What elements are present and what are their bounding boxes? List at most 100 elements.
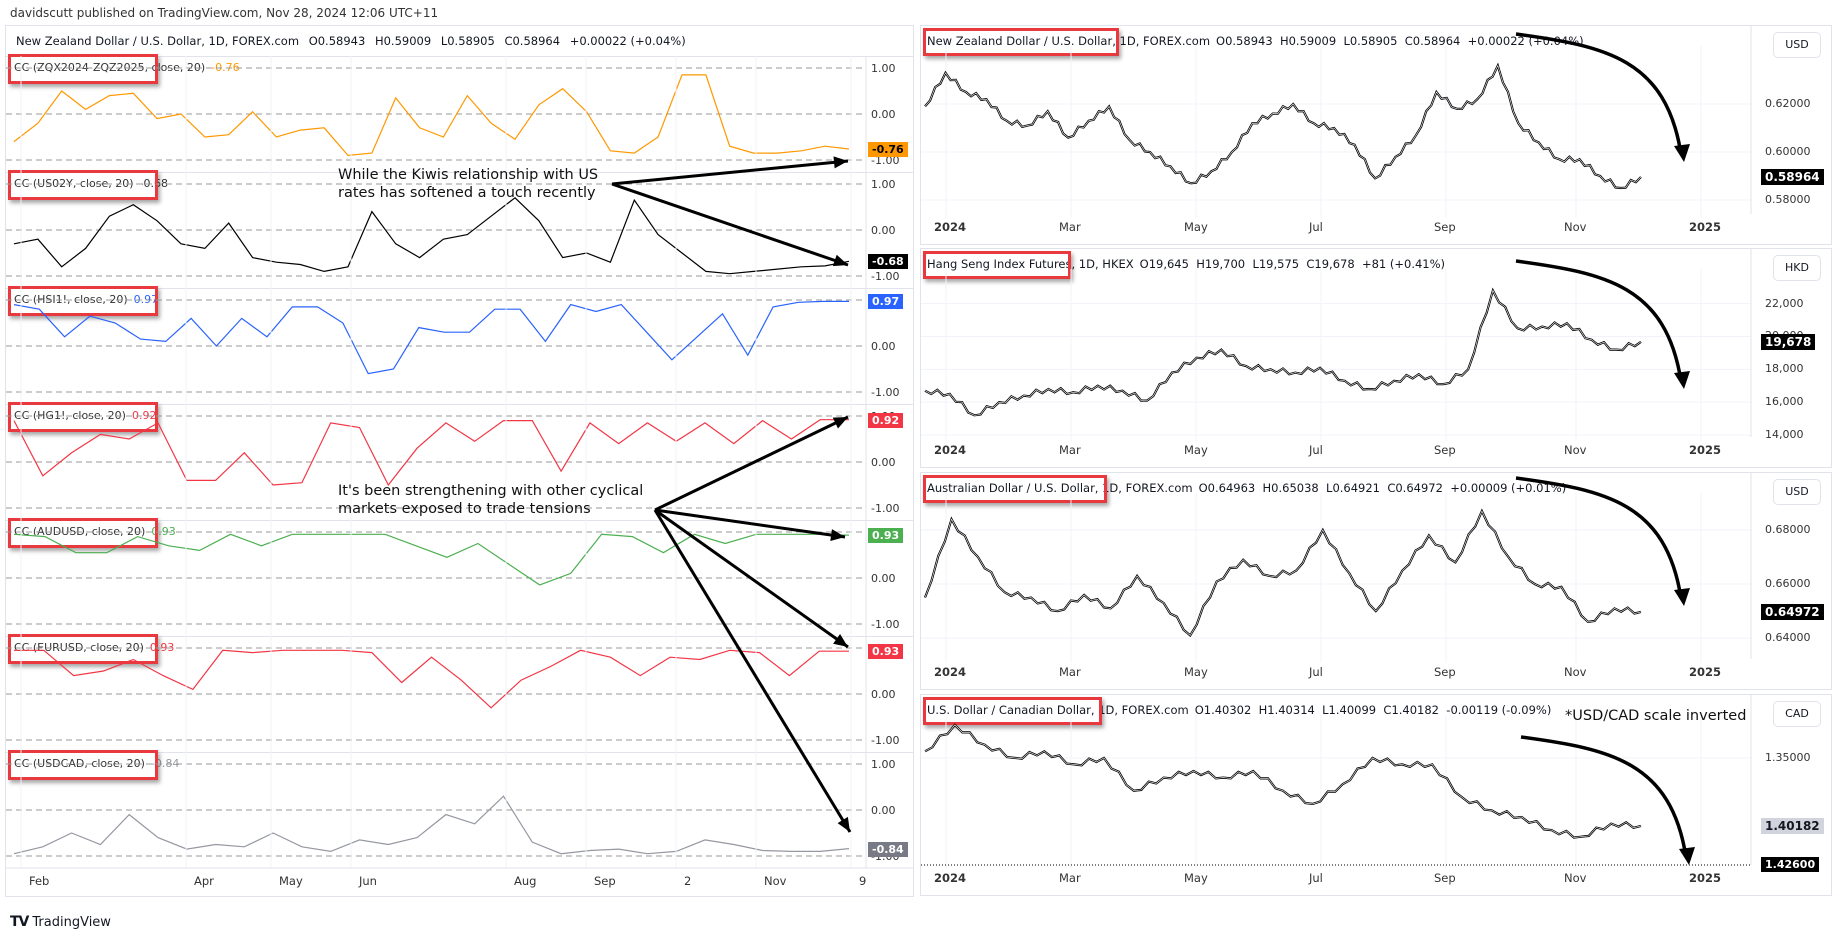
chart-ohlc: O19,645 H19,700 L19,575 C19,678 +81 (+0.…: [1139, 257, 1446, 271]
y-axis-label: 0.58000: [1765, 193, 1811, 206]
y-axis-label: 0.68000: [1765, 523, 1811, 537]
x-axis-tick: Jul: [1309, 220, 1323, 234]
correlation-line: [13, 533, 850, 586]
currency-selector[interactable]: CAD: [1773, 701, 1821, 727]
annotation-cyclical: It's been strengthening with other cycli…: [338, 482, 643, 518]
chart-symbol[interactable]: New Zealand Dollar / U.S. Dollar: [927, 34, 1112, 48]
price-chart[interactable]: New Zealand Dollar / U.S. Dollar, 1D, FO…: [920, 25, 1832, 245]
price-chart[interactable]: Hang Seng Index Futures, 1D, HKEX O19,645…: [920, 248, 1832, 468]
chart-interval-exchange: , 1D, HKEX: [1071, 257, 1134, 271]
last-price-badge: 19,678: [1761, 333, 1816, 350]
chart-ohlc: O1.40302 H1.40314 L1.40099 C1.40182 -0.0…: [1194, 703, 1552, 717]
x-axis-tick: Mar: [1059, 443, 1081, 457]
x-axis-tick: 2024: [934, 443, 967, 457]
trend-arrow: [1515, 476, 1683, 599]
arrow-head-icon: [1674, 371, 1690, 389]
y-axis-label: 0.62000: [1765, 97, 1811, 110]
x-axis-tick: Jul: [1309, 665, 1323, 679]
tradingview-brand[interactable]: TradingView: [32, 915, 111, 930]
x-axis-tick: Mar: [1059, 665, 1081, 679]
correlation-line: [13, 300, 849, 375]
x-axis-tick: 2024: [934, 871, 967, 885]
currency-selector[interactable]: HKD: [1773, 255, 1821, 281]
usdcad-inverted-note: *USD/CAD scale inverted: [1565, 708, 1747, 724]
x-axis-tick: Aug: [514, 874, 537, 888]
x-axis-tick: Feb: [29, 874, 50, 888]
price-line-highlight: [924, 289, 1642, 416]
x-axis-tick: 9: [859, 874, 867, 888]
chart-symbol[interactable]: Australian Dollar / U.S. Dollar: [927, 481, 1095, 495]
price-series: [921, 26, 1752, 218]
correlation-lines: [6, 56, 913, 869]
arrow-head-icon: [1674, 144, 1690, 162]
y-axis-label: 16,000: [1765, 395, 1804, 409]
currency-selector[interactable]: USD: [1773, 32, 1821, 58]
price-line-highlight: [924, 724, 1642, 838]
x-axis-tick: Sep: [1434, 220, 1456, 234]
tradingview-logo-icon: TV: [10, 914, 29, 930]
y-axis-label: 1.35000: [1765, 750, 1811, 764]
x-axis-tick: Jul: [1309, 871, 1323, 885]
price-series: [921, 695, 1752, 869]
annotation-kiwi-line2: rates has softened a touch recently: [338, 185, 596, 201]
chart-interval-exchange: , 1D, FOREX.com: [1090, 703, 1189, 717]
currency-selector[interactable]: USD: [1773, 479, 1821, 505]
y-axis-label: 22,000: [1765, 296, 1804, 310]
y-axis-label: 0.66000: [1765, 577, 1811, 591]
x-axis-tick: 2: [684, 874, 692, 888]
arrow-head-icon: [1679, 847, 1695, 865]
y-axis-label: 18,000: [1765, 362, 1804, 376]
y-axis-label: 14,000: [1765, 428, 1804, 441]
price-chart[interactable]: Australian Dollar / U.S. Dollar, 1D, FOR…: [920, 472, 1832, 690]
x-axis-tick: Apr: [194, 874, 214, 888]
last-price-badge: 1.40182: [1761, 817, 1824, 834]
footer: TV TradingView: [10, 914, 111, 930]
price-line: [924, 62, 1642, 190]
price-line-highlight: [924, 510, 1642, 636]
trend-arrow: [1515, 32, 1683, 155]
annotation-cyclical-line2: markets exposed to trade tensions: [338, 501, 591, 517]
chart-header: Australian Dollar / U.S. Dollar, 1D, FOR…: [927, 481, 1572, 495]
price-series: [921, 473, 1752, 663]
x-axis-tick: Nov: [1564, 871, 1587, 885]
correlation-line: [13, 795, 850, 855]
price-line: [924, 287, 1642, 417]
publisher-info: davidscutt published on TradingView.com,…: [10, 6, 439, 20]
chart-ohlc: O0.58943 H0.59009 L0.58905 C0.58964 +0.0…: [1216, 34, 1584, 48]
x-axis-tick: Jul: [1309, 443, 1323, 457]
chart-symbol[interactable]: Hang Seng Index Futures: [927, 257, 1072, 271]
x-axis-tick: Sep: [594, 874, 616, 888]
price-line-highlight: [924, 64, 1642, 189]
correlation-line: [13, 197, 850, 275]
last-price-badge: 0.58964: [1761, 168, 1824, 185]
y-axis-label: 0.64000: [1765, 631, 1811, 645]
x-axis-tick: 2025: [1689, 665, 1722, 679]
x-axis-tick: Sep: [1434, 871, 1456, 885]
annotation-kiwi: While the Kiwis relationship with US rat…: [338, 166, 598, 202]
x-axis-tick: Nov: [1564, 443, 1587, 457]
x-axis-tick: 2025: [1689, 871, 1722, 885]
x-axis-tick: May: [1184, 443, 1208, 457]
x-axis-tick: 2025: [1689, 443, 1722, 457]
x-axis-tick: Sep: [1434, 443, 1456, 457]
x-axis-tick: May: [1184, 665, 1208, 679]
correlation-line: [14, 649, 849, 709]
x-axis-tick: Mar: [1059, 220, 1081, 234]
arrow-head-icon: [1674, 588, 1690, 606]
crosshair-price-label: 1.42600: [1761, 857, 1820, 872]
last-price-badge: 0.64972: [1761, 603, 1824, 620]
x-axis-tick: 2025: [1689, 220, 1722, 234]
x-axis-tick: May: [1184, 220, 1208, 234]
chart-interval-exchange: , 1D, FOREX.com: [1094, 481, 1193, 495]
chart-interval-exchange: , 1D, FOREX.com: [1112, 34, 1211, 48]
trend-arrow: [1515, 259, 1683, 382]
trend-arrow: [1520, 735, 1688, 858]
price-chart[interactable]: U.S. Dollar / Canadian Dollar, 1D, FOREX…: [920, 694, 1832, 896]
x-axis-tick: 2024: [934, 665, 967, 679]
x-axis-tick: Mar: [1059, 871, 1081, 885]
y-axis-label: 0.60000: [1765, 145, 1811, 158]
x-axis-tick: Sep: [1434, 665, 1456, 679]
chart-symbol[interactable]: U.S. Dollar / Canadian Dollar: [927, 703, 1091, 717]
correlation-panel: New Zealand Dollar / U.S. Dollar, 1D, FO…: [5, 25, 914, 897]
price-series: [921, 249, 1752, 441]
